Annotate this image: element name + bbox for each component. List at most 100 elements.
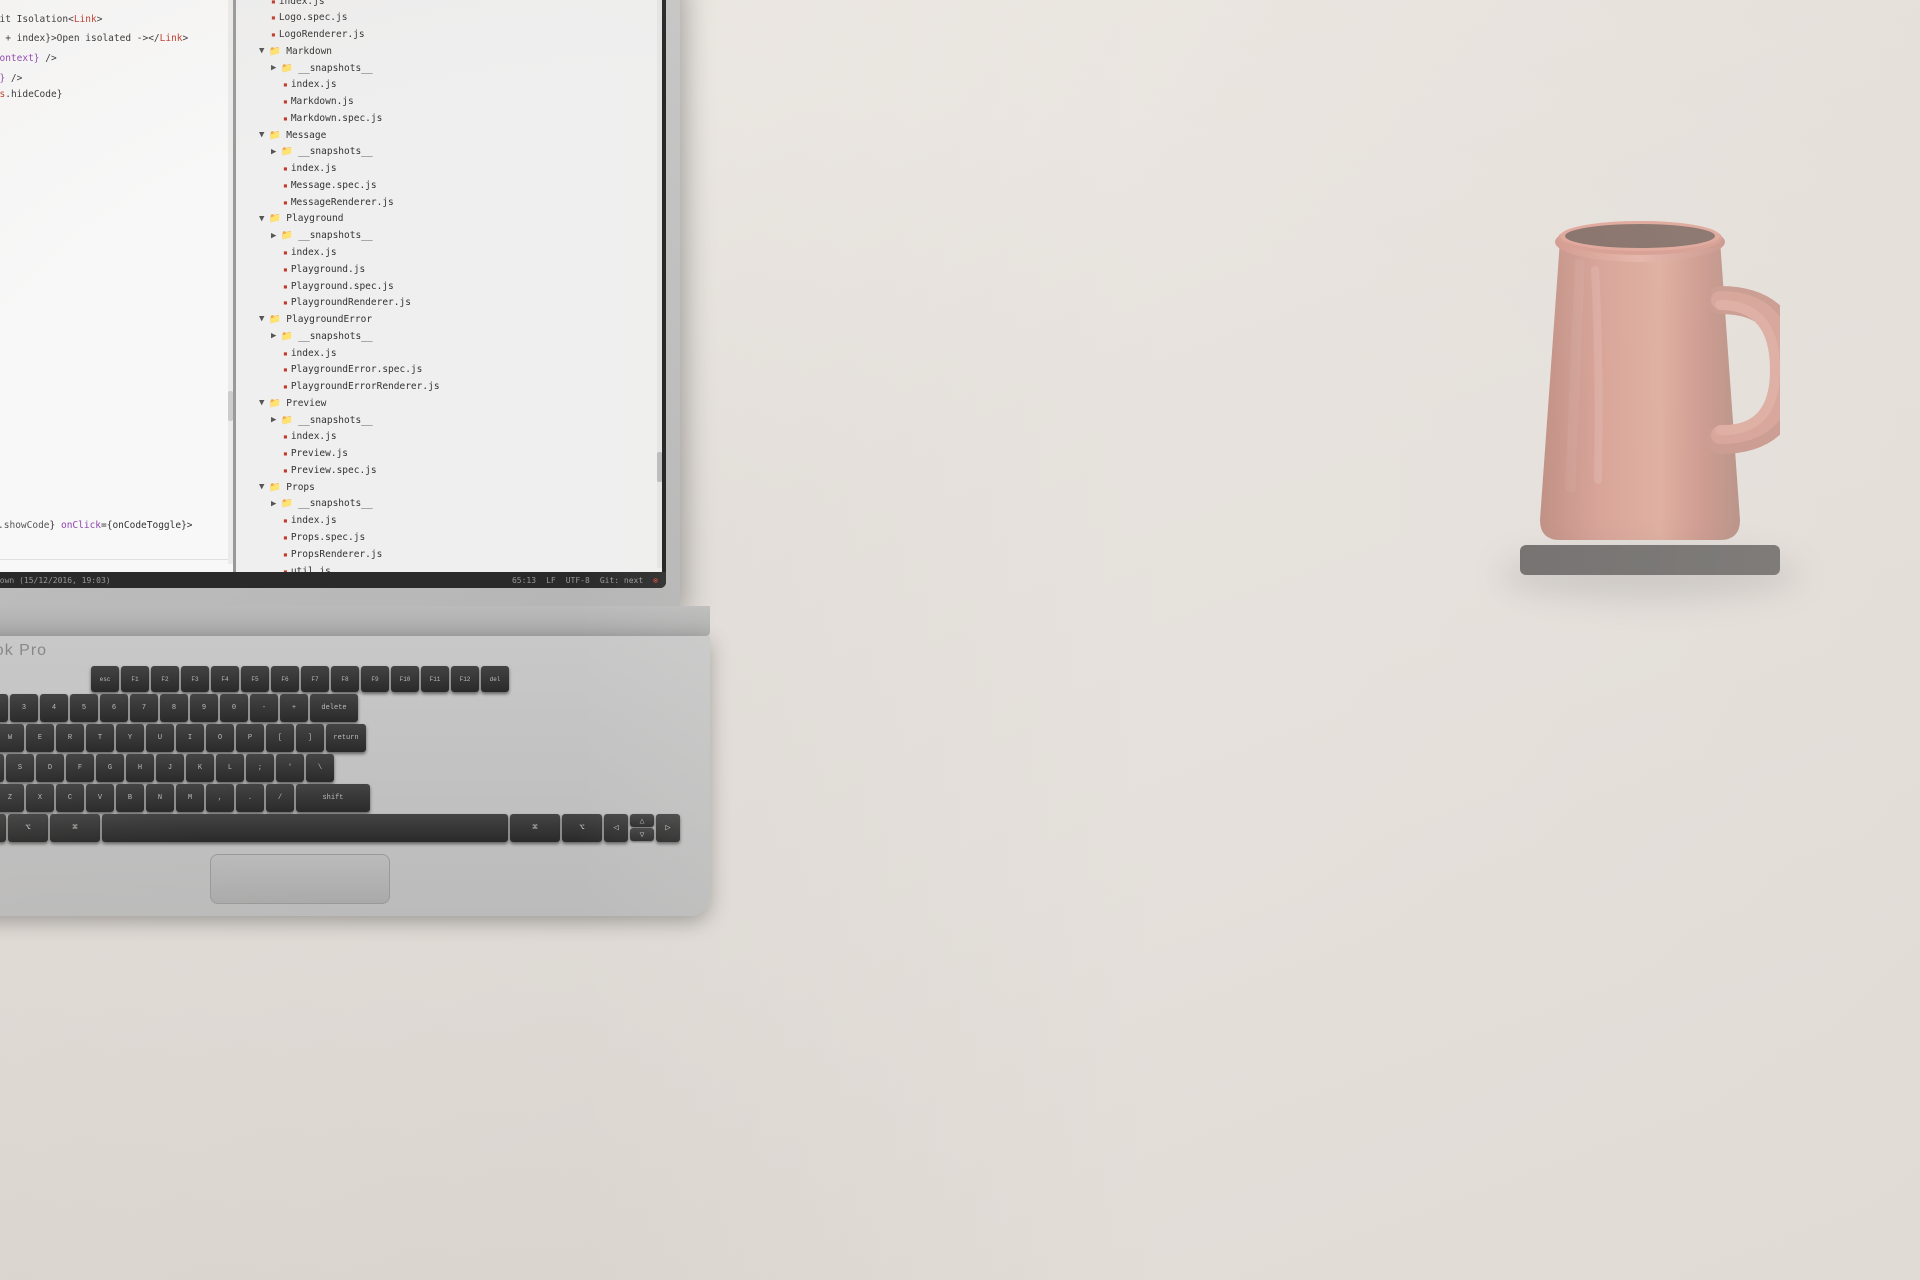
key-up[interactable]: △	[630, 814, 654, 827]
tree-item-props-folder[interactable]: ▼ 📁 Props	[236, 479, 662, 496]
tree-item-snapshots-msg[interactable]: ▶ 📁 __snapshots__	[236, 144, 662, 161]
key-semicolon[interactable]: ;	[246, 754, 274, 782]
key-f12[interactable]: F12	[451, 666, 479, 692]
editor-scrollbar-thumb[interactable]	[228, 391, 233, 421]
key-f4[interactable]: F4	[211, 666, 239, 692]
tree-item-playground-error-folder[interactable]: ▼ 📁 PlaygroundError	[236, 312, 662, 329]
key-0[interactable]: 0	[220, 694, 248, 722]
key-4[interactable]: 4	[40, 694, 68, 722]
tree-item-playground-folder[interactable]: ▼ 📁 Playground	[236, 211, 662, 228]
key-f11[interactable]: F11	[421, 666, 449, 692]
tree-item-snapshots-pg[interactable]: ▶ 📁 __snapshots__	[236, 228, 662, 245]
key-ctrl[interactable]: ctrl	[0, 814, 6, 842]
key-f3[interactable]: F3	[181, 666, 209, 692]
key-return[interactable]: return	[326, 724, 366, 752]
key-f7[interactable]: F7	[301, 666, 329, 692]
key-left[interactable]: ◁	[604, 814, 628, 842]
key-a[interactable]: A	[0, 754, 4, 782]
key-3[interactable]: 3	[10, 694, 38, 722]
key-quote[interactable]: '	[276, 754, 304, 782]
key-rshift[interactable]: shift	[296, 784, 370, 812]
key-f[interactable]: F	[66, 754, 94, 782]
key-f1[interactable]: F1	[121, 666, 149, 692]
key-n[interactable]: N	[146, 784, 174, 812]
tree-item-snapshots-md[interactable]: ▶ 📁 __snapshots__	[236, 60, 662, 77]
key-i[interactable]: I	[176, 724, 204, 752]
key-esc[interactable]: esc	[91, 666, 119, 692]
key-slash[interactable]: /	[266, 784, 294, 812]
key-h[interactable]: H	[126, 754, 154, 782]
tree-item-index-md: ▪ index.js	[236, 77, 662, 94]
tree-item-preview-folder[interactable]: ▼ 📁 Preview	[236, 395, 662, 412]
key-v[interactable]: V	[86, 784, 114, 812]
key-7[interactable]: 7	[130, 694, 158, 722]
key-del[interactable]: del	[481, 666, 509, 692]
tree-item-playground-error-spec: ▪ PlaygroundError.spec.js	[236, 362, 662, 379]
coffee-cup-svg	[1520, 180, 1780, 560]
laptop-brand-label: MacBook Pro	[0, 642, 47, 660]
tree-item-snapshots-pge[interactable]: ▶ 📁 __snapshots__	[236, 328, 662, 345]
key-j[interactable]: J	[156, 754, 184, 782]
bottom-code-area: classes.showCode} onClick={onCodeToggle}…	[0, 518, 233, 534]
key-down[interactable]: ▽	[630, 828, 654, 841]
key-r[interactable]: R	[56, 724, 84, 752]
key-9[interactable]: 9	[190, 694, 218, 722]
tree-item-message-spec: ▪ Message.spec.js	[236, 177, 662, 194]
key-option-r[interactable]: ⌥	[562, 814, 602, 842]
key-y[interactable]: Y	[116, 724, 144, 752]
key-u[interactable]: U	[146, 724, 174, 752]
key-5[interactable]: 5	[70, 694, 98, 722]
key-f8[interactable]: F8	[331, 666, 359, 692]
tree-item-message-folder[interactable]: ▼ 📁 Message	[236, 127, 662, 144]
key-6[interactable]: 6	[100, 694, 128, 722]
key-cmd-l[interactable]: ⌘	[50, 814, 100, 842]
key-g[interactable]: G	[96, 754, 124, 782]
key-k[interactable]: K	[186, 754, 214, 782]
tree-item-index-props: ▪ index.js	[236, 513, 662, 530]
key-d[interactable]: D	[36, 754, 64, 782]
trackpad[interactable]	[210, 854, 390, 904]
key-b[interactable]: B	[116, 784, 144, 812]
key-period[interactable]: .	[236, 784, 264, 812]
tree-item-snapshots-props[interactable]: ▶ 📁 __snapshots__	[236, 496, 662, 513]
key-minus[interactable]: -	[250, 694, 278, 722]
tree-item-snapshots-pv[interactable]: ▶ 📁 __snapshots__	[236, 412, 662, 429]
tree-item-playground-spec: ▪ Playground.spec.js	[236, 278, 662, 295]
key-c[interactable]: C	[56, 784, 84, 812]
key-f2[interactable]: F2	[151, 666, 179, 692]
key-w[interactable]: W	[0, 724, 24, 752]
tree-item-markdown-folder[interactable]: ▼ 📁 Markdown	[236, 43, 662, 60]
key-f9[interactable]: F9	[361, 666, 389, 692]
key-p[interactable]: P	[236, 724, 264, 752]
key-o[interactable]: O	[206, 724, 234, 752]
key-f10[interactable]: F10	[391, 666, 419, 692]
key-row-4: caps lock A S D F G H J K L ; ' \	[0, 754, 680, 782]
key-bracket-l[interactable]: [	[266, 724, 294, 752]
key-f5[interactable]: F5	[241, 666, 269, 692]
key-option[interactable]: ⌥	[8, 814, 48, 842]
key-bracket-r[interactable]: ]	[296, 724, 324, 752]
key-z[interactable]: Z	[0, 784, 24, 812]
key-f6[interactable]: F6	[271, 666, 299, 692]
tree-item-preview-spec: ▪ Preview.spec.js	[236, 462, 662, 479]
key-8[interactable]: 8	[160, 694, 188, 722]
key-t[interactable]: T	[86, 724, 114, 752]
key-s[interactable]: S	[6, 754, 34, 782]
key-right[interactable]: ▷	[656, 814, 680, 842]
key-backslash[interactable]: \	[306, 754, 334, 782]
key-cmd-r[interactable]: ⌘	[510, 814, 560, 842]
key-comma[interactable]: ,	[206, 784, 234, 812]
tree-scrollbar-thumb[interactable]	[657, 452, 662, 482]
key-2[interactable]: 2	[0, 694, 8, 722]
tree-item-logo-spec: ▪ Logo.spec.js	[236, 10, 662, 27]
key-space[interactable]	[102, 814, 508, 842]
key-x[interactable]: X	[26, 784, 54, 812]
editor-scrollbar[interactable]	[228, 0, 233, 564]
tree-scrollbar[interactable]	[657, 0, 662, 568]
key-plus[interactable]: +	[280, 694, 308, 722]
key-backspace[interactable]: delete	[310, 694, 358, 722]
key-m[interactable]: M	[176, 784, 204, 812]
key-l[interactable]: L	[216, 754, 244, 782]
file-tree-list: ▪ index.js ▪ Logo.spec.js ▪ LogoRenderer…	[236, 0, 662, 584]
key-e[interactable]: E	[26, 724, 54, 752]
